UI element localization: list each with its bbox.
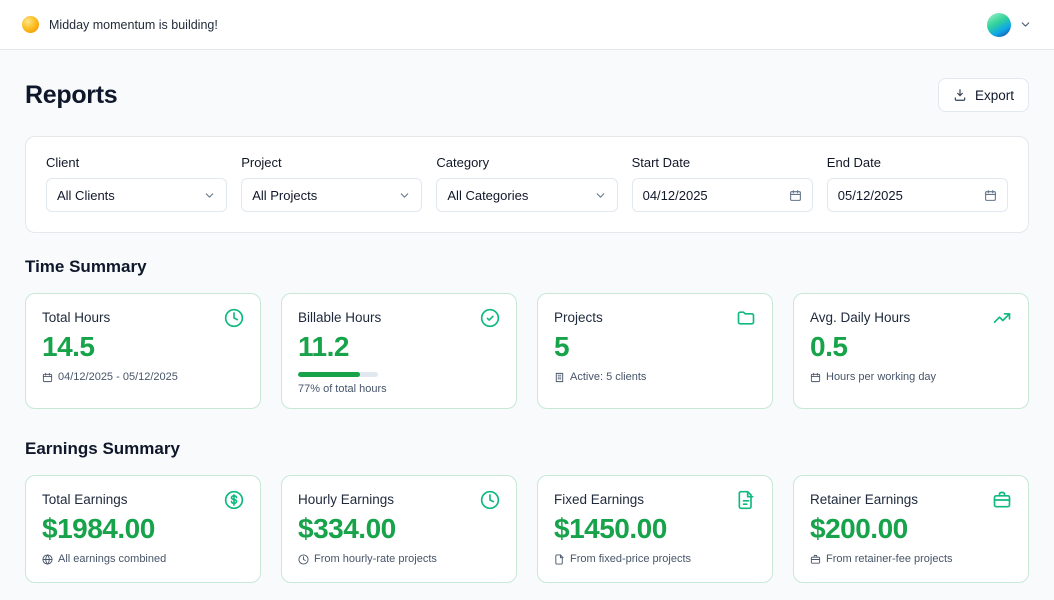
- card-footer: From fixed-price projects: [554, 553, 756, 565]
- filter-label-start-date: Start Date: [632, 155, 813, 170]
- card-value: $1984.00: [42, 513, 244, 545]
- filter-category: Category All Categories: [436, 155, 617, 212]
- card-title: Billable Hours: [298, 308, 381, 325]
- calendar-icon: [789, 189, 802, 202]
- briefcase-icon: [810, 554, 821, 565]
- file-text-icon: [736, 490, 756, 510]
- card-footer: All earnings combined: [42, 553, 244, 565]
- card-footer-text: Hours per working day: [826, 371, 936, 383]
- check-circle-icon: [480, 308, 500, 328]
- client-select-value: All Clients: [57, 188, 115, 203]
- start-date-value: 04/12/2025: [643, 188, 708, 203]
- hourly-earnings-card: Hourly Earnings $334.00 From hourly-rate…: [281, 475, 517, 583]
- card-footer-text: Active: 5 clients: [570, 371, 646, 383]
- calendar-icon: [810, 372, 821, 383]
- chevron-down-icon[interactable]: [1019, 18, 1032, 31]
- card-footer-text: From fixed-price projects: [570, 553, 691, 565]
- export-label: Export: [975, 88, 1014, 103]
- export-button[interactable]: Export: [938, 78, 1029, 112]
- card-value: $334.00: [298, 513, 500, 545]
- card-title: Retainer Earnings: [810, 490, 918, 507]
- clock-icon: [298, 554, 309, 565]
- card-title: Fixed Earnings: [554, 490, 644, 507]
- card-value: 0.5: [810, 331, 1012, 363]
- card-footer-text: From hourly-rate projects: [314, 553, 437, 565]
- card-footer: Active: 5 clients: [554, 371, 756, 383]
- briefcase-icon: [992, 490, 1012, 510]
- filters-panel: Client All Clients Project All Projects …: [25, 136, 1029, 233]
- billable-hours-card: Billable Hours 11.2 77% of total hours: [281, 293, 517, 409]
- avg-daily-hours-card: Avg. Daily Hours 0.5 Hours per working d…: [793, 293, 1029, 409]
- motivation-message: Midday momentum is building!: [49, 18, 218, 32]
- card-value: 11.2: [298, 331, 500, 363]
- filter-label-project: Project: [241, 155, 422, 170]
- projects-card: Projects 5 Active: 5 clients: [537, 293, 773, 409]
- end-date-value: 05/12/2025: [838, 188, 903, 203]
- filter-label-client: Client: [46, 155, 227, 170]
- card-footer: Hours per working day: [810, 371, 1012, 383]
- filter-label-end-date: End Date: [827, 155, 1008, 170]
- card-title: Total Hours: [42, 308, 110, 325]
- end-date-input[interactable]: 05/12/2025: [827, 178, 1008, 212]
- earnings-summary-cards: Total Earnings $1984.00 All earnings com…: [25, 475, 1029, 583]
- filter-start-date: Start Date 04/12/2025: [632, 155, 813, 212]
- page-header: Reports Export: [25, 78, 1029, 112]
- project-select-value: All Projects: [252, 188, 317, 203]
- card-title: Hourly Earnings: [298, 490, 394, 507]
- billable-progress-fill: [298, 372, 360, 377]
- client-select[interactable]: All Clients: [46, 178, 227, 212]
- card-footer-text: From retainer-fee projects: [826, 553, 953, 565]
- reports-page: Reports Export Client All Clients Projec…: [0, 50, 1054, 600]
- card-value: $200.00: [810, 513, 1012, 545]
- card-footer: 04/12/2025 - 05/12/2025: [42, 371, 244, 383]
- clock-icon: [224, 308, 244, 328]
- download-icon: [953, 88, 967, 102]
- category-select-value: All Categories: [447, 188, 528, 203]
- dollar-circle-icon: [224, 490, 244, 510]
- start-date-input[interactable]: 04/12/2025: [632, 178, 813, 212]
- card-value: 5: [554, 331, 756, 363]
- time-summary-heading: Time Summary: [25, 257, 1029, 277]
- billable-progress-bar: [298, 372, 378, 377]
- filter-end-date: End Date 05/12/2025: [827, 155, 1008, 212]
- clock-icon: [480, 490, 500, 510]
- calendar-icon: [984, 189, 997, 202]
- file-text-icon: [554, 554, 565, 565]
- chevron-down-icon: [594, 189, 607, 202]
- category-select[interactable]: All Categories: [436, 178, 617, 212]
- card-value: 14.5: [42, 331, 244, 363]
- card-value: $1450.00: [554, 513, 756, 545]
- globe-icon: [42, 554, 53, 565]
- user-avatar[interactable]: [987, 13, 1011, 37]
- calendar-icon: [42, 372, 53, 383]
- filter-project: Project All Projects: [241, 155, 422, 212]
- earnings-summary-heading: Earnings Summary: [25, 439, 1029, 459]
- card-title: Total Earnings: [42, 490, 128, 507]
- celebration-emoji-icon: [22, 16, 39, 33]
- card-footer-text: 77% of total hours: [298, 383, 500, 395]
- card-footer-text: 04/12/2025 - 05/12/2025: [58, 371, 178, 383]
- card-footer-text: All earnings combined: [58, 553, 166, 565]
- card-title: Projects: [554, 308, 603, 325]
- trending-up-icon: [992, 308, 1012, 328]
- filter-client: Client All Clients: [46, 155, 227, 212]
- time-summary-cards: Total Hours 14.5 04/12/2025 - 05/12/2025…: [25, 293, 1029, 409]
- user-menu[interactable]: [987, 13, 1032, 37]
- topbar: Midday momentum is building!: [0, 0, 1054, 50]
- building-icon: [554, 372, 565, 383]
- folder-icon: [736, 308, 756, 328]
- card-title: Avg. Daily Hours: [810, 308, 910, 325]
- total-earnings-card: Total Earnings $1984.00 All earnings com…: [25, 475, 261, 583]
- project-select[interactable]: All Projects: [241, 178, 422, 212]
- chevron-down-icon: [203, 189, 216, 202]
- page-title: Reports: [25, 81, 117, 110]
- card-footer: From retainer-fee projects: [810, 553, 1012, 565]
- total-hours-card: Total Hours 14.5 04/12/2025 - 05/12/2025: [25, 293, 261, 409]
- fixed-earnings-card: Fixed Earnings $1450.00 From fixed-price…: [537, 475, 773, 583]
- filter-label-category: Category: [436, 155, 617, 170]
- card-footer: From hourly-rate projects: [298, 553, 500, 565]
- chevron-down-icon: [398, 189, 411, 202]
- retainer-earnings-card: Retainer Earnings $200.00 From retainer-…: [793, 475, 1029, 583]
- topbar-message-group: Midday momentum is building!: [22, 16, 218, 33]
